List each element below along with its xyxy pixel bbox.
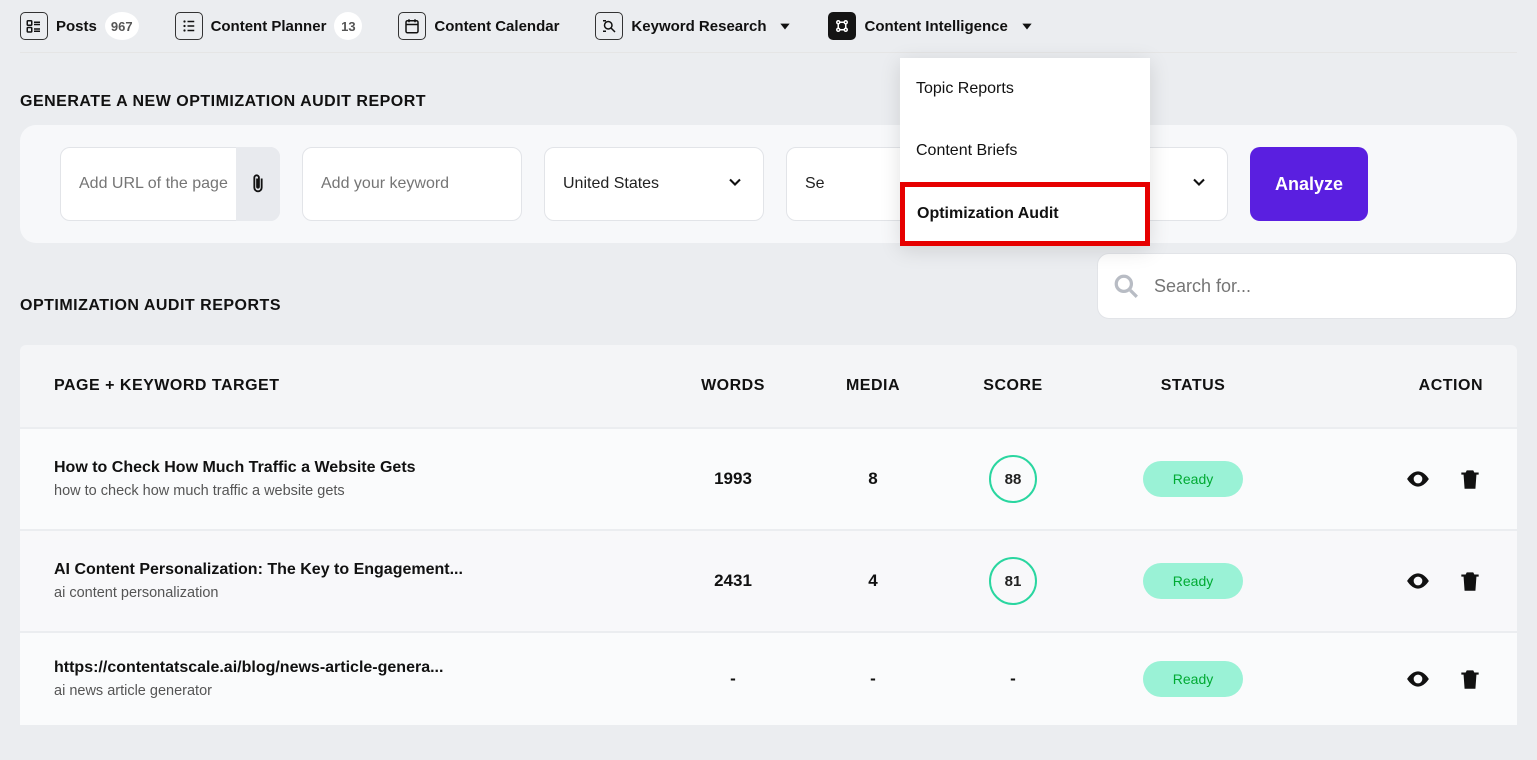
- nav-planner[interactable]: Content Planner 13: [175, 12, 363, 40]
- dropdown-topic-reports[interactable]: Topic Reports: [900, 58, 1150, 120]
- status-badge: Ready: [1143, 661, 1243, 697]
- nav-calendar[interactable]: Content Calendar: [398, 12, 559, 40]
- words-cell: -: [663, 669, 803, 689]
- reports-table: PAGE + KEYWORD TARGET WORDS MEDIA SCORE …: [20, 345, 1517, 725]
- th-score: SCORE: [943, 377, 1083, 395]
- media-cell: 4: [803, 571, 943, 591]
- generate-heading: GENERATE A NEW OPTIMIZATION AUDIT REPORT: [20, 93, 1517, 111]
- country-value: United States: [563, 175, 659, 193]
- chevron-down-icon: [1189, 172, 1209, 197]
- status-badge: Ready: [1143, 563, 1243, 599]
- score-cell: -: [943, 669, 1083, 689]
- chevron-down-icon: [725, 172, 745, 197]
- planner-icon: [175, 12, 203, 40]
- score-cell: 88: [943, 455, 1083, 503]
- domain-value: Se: [805, 175, 825, 193]
- nav-keyword-label: Keyword Research: [631, 18, 766, 35]
- intel-icon: [828, 12, 856, 40]
- country-select[interactable]: United States: [544, 147, 764, 221]
- search-wrap: [1097, 253, 1517, 319]
- trash-icon[interactable]: [1457, 666, 1483, 692]
- keyword-icon: [595, 12, 623, 40]
- attachment-button[interactable]: [236, 147, 280, 221]
- trash-icon[interactable]: [1457, 466, 1483, 492]
- calendar-icon: [398, 12, 426, 40]
- table-row: https://contentatscale.ai/blog/news-arti…: [20, 631, 1517, 725]
- search-input[interactable]: [1097, 253, 1517, 319]
- th-media: MEDIA: [803, 377, 943, 395]
- dropdown-content-briefs[interactable]: Content Briefs: [900, 120, 1150, 182]
- table-row: AI Content Personalization: The Key to E…: [20, 529, 1517, 631]
- status-cell: Ready: [1083, 563, 1303, 599]
- reports-header-row: OPTIMIZATION AUDIT REPORTS: [20, 253, 1517, 319]
- score-ring: 88: [989, 455, 1037, 503]
- attachment-icon: [247, 173, 269, 195]
- eye-icon[interactable]: [1405, 568, 1431, 594]
- page-cell: How to Check How Much Traffic a Website …: [54, 459, 663, 499]
- chevron-down-icon: [1020, 19, 1034, 33]
- page-title: AI Content Personalization: The Key to E…: [54, 561, 663, 579]
- table-row: How to Check How Much Traffic a Website …: [20, 427, 1517, 529]
- th-page: PAGE + KEYWORD TARGET: [54, 377, 663, 395]
- nav-posts-count: 967: [105, 12, 139, 40]
- status-badge: Ready: [1143, 461, 1243, 497]
- page-title: https://contentatscale.ai/blog/news-arti…: [54, 659, 663, 677]
- page-keyword: how to check how much traffic a website …: [54, 483, 663, 499]
- dropdown-optimization-audit[interactable]: Optimization Audit: [900, 182, 1150, 246]
- page-cell: AI Content Personalization: The Key to E…: [54, 561, 663, 601]
- words-cell: 1993: [663, 469, 803, 489]
- th-words: WORDS: [663, 377, 803, 395]
- page-keyword: ai news article generator: [54, 683, 663, 699]
- page-cell: https://contentatscale.ai/blog/news-arti…: [54, 659, 663, 699]
- score-ring: 81: [989, 557, 1037, 605]
- status-cell: Ready: [1083, 461, 1303, 497]
- th-status: STATUS: [1083, 377, 1303, 395]
- nav-posts[interactable]: Posts 967: [20, 12, 139, 40]
- search-icon: [1113, 273, 1139, 299]
- page-title: How to Check How Much Traffic a Website …: [54, 459, 663, 477]
- top-nav: Posts 967 Content Planner 13 Content Cal…: [20, 0, 1517, 53]
- action-cell: [1303, 466, 1483, 492]
- reports-heading: OPTIMIZATION AUDIT REPORTS: [20, 297, 281, 315]
- nav-planner-count: 13: [334, 12, 362, 40]
- media-cell: 8: [803, 469, 943, 489]
- page-keyword: ai content personalization: [54, 585, 663, 601]
- status-cell: Ready: [1083, 661, 1303, 697]
- generate-form: United States Se English (en) Analyze: [20, 125, 1517, 243]
- chevron-down-icon: [778, 19, 792, 33]
- keyword-input[interactable]: [302, 147, 522, 221]
- analyze-button[interactable]: Analyze: [1250, 147, 1368, 221]
- nav-intel-label: Content Intelligence: [864, 18, 1007, 35]
- nav-intel[interactable]: Content Intelligence: [828, 12, 1033, 40]
- action-cell: [1303, 666, 1483, 692]
- words-cell: 2431: [663, 571, 803, 591]
- keyword-input-group: [302, 147, 522, 221]
- action-cell: [1303, 568, 1483, 594]
- table-header: PAGE + KEYWORD TARGET WORDS MEDIA SCORE …: [20, 345, 1517, 427]
- nav-planner-label: Content Planner: [211, 18, 327, 35]
- eye-icon[interactable]: [1405, 466, 1431, 492]
- trash-icon[interactable]: [1457, 568, 1483, 594]
- eye-icon[interactable]: [1405, 666, 1431, 692]
- th-action: ACTION: [1303, 377, 1483, 395]
- nav-keyword[interactable]: Keyword Research: [595, 12, 792, 40]
- nav-calendar-label: Content Calendar: [434, 18, 559, 35]
- media-cell: -: [803, 669, 943, 689]
- posts-icon: [20, 12, 48, 40]
- score-cell: 81: [943, 557, 1083, 605]
- nav-posts-label: Posts: [56, 18, 97, 35]
- url-input-group: [60, 147, 280, 221]
- intel-dropdown: Topic Reports Content Briefs Optimizatio…: [900, 58, 1150, 246]
